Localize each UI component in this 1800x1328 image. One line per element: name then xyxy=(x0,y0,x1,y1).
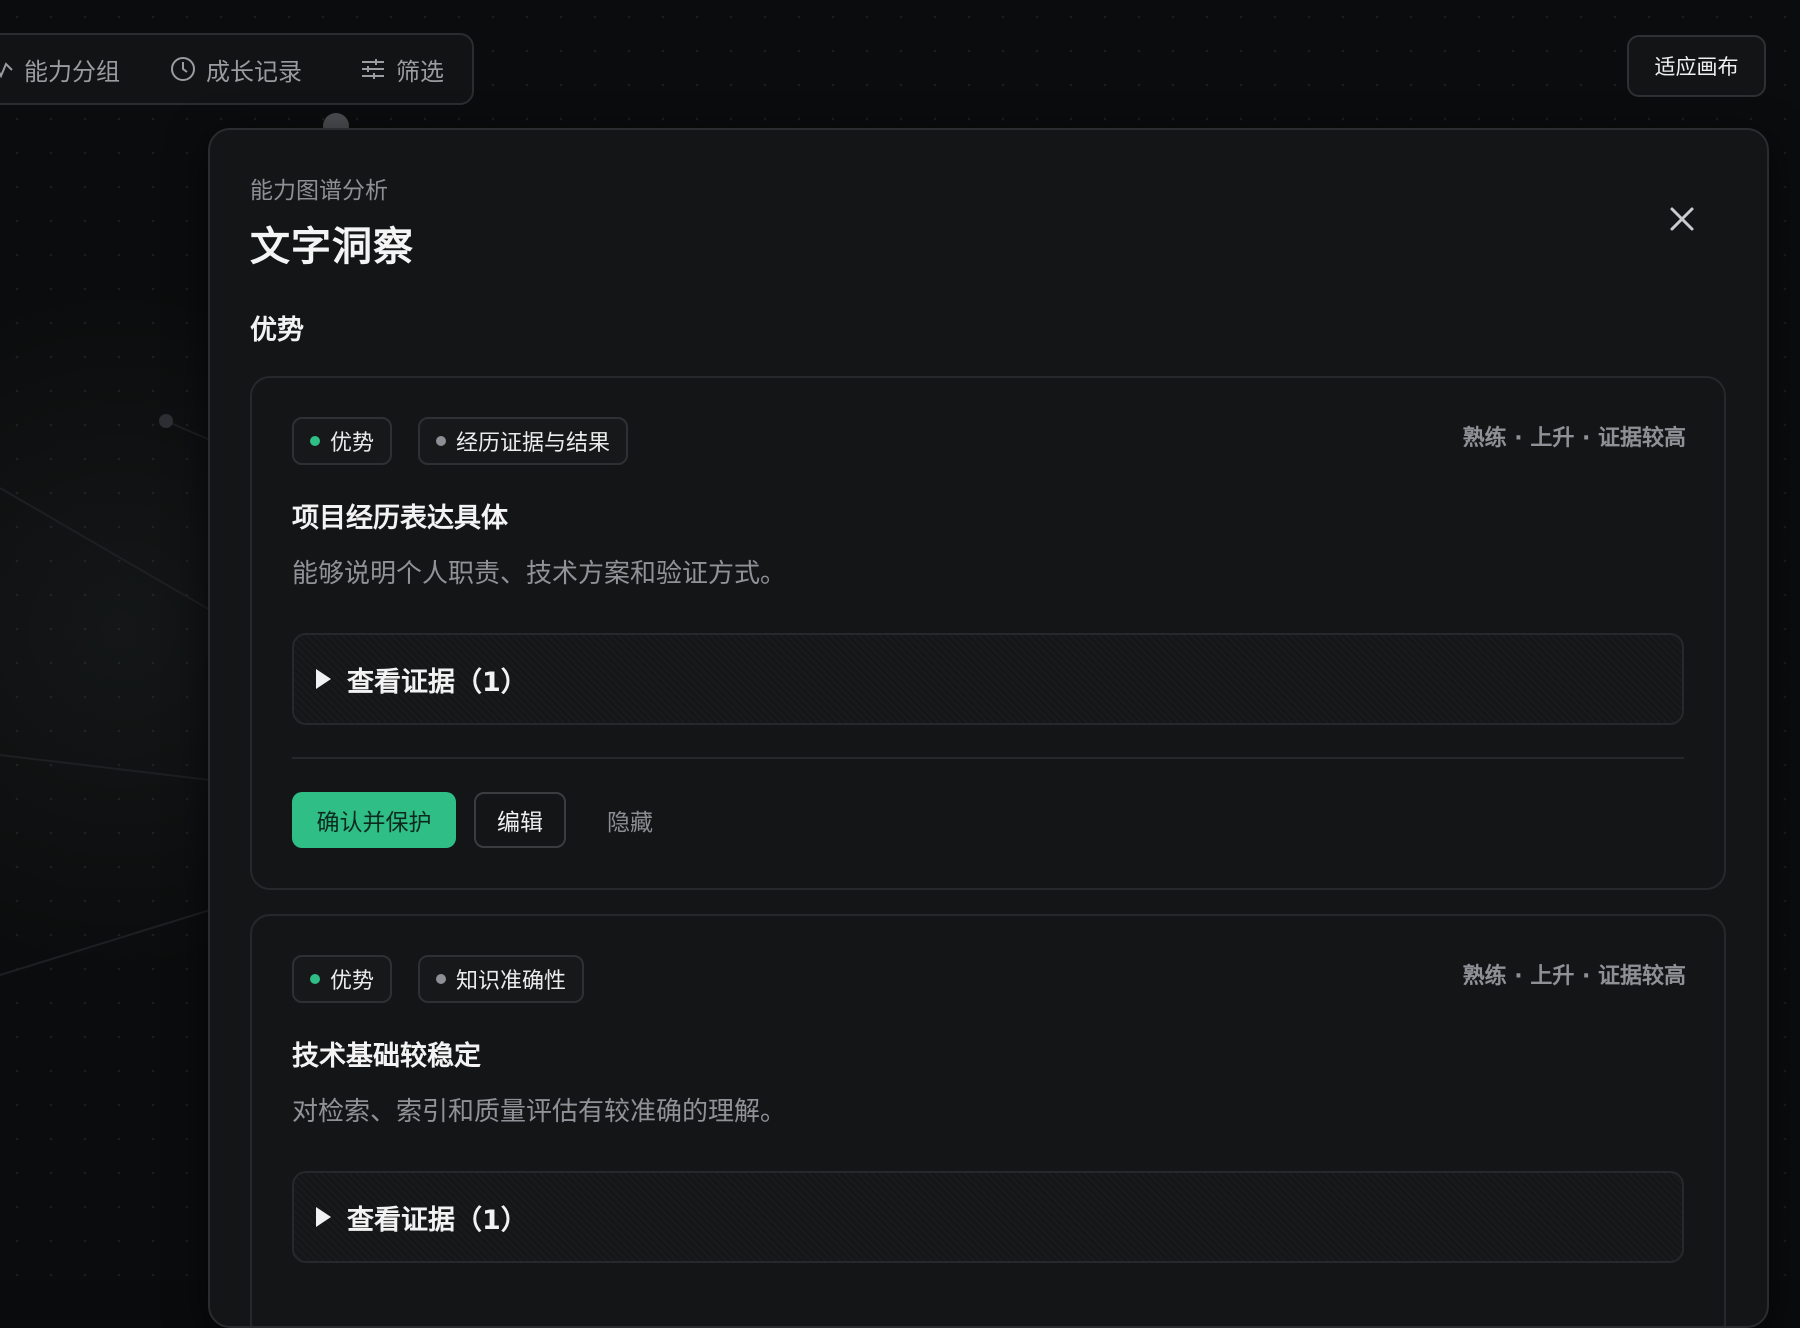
green-dot-icon xyxy=(310,436,320,446)
sliders-icon xyxy=(362,59,384,79)
card-meta: 熟练 · 上升 · 证据较高 xyxy=(1462,426,1686,451)
tag-strength: 优势 xyxy=(292,417,393,465)
tag-category: 经历证据与结果 xyxy=(418,417,629,465)
card-title: 技术基础较稳定 xyxy=(292,1041,481,1072)
gray-dot-icon xyxy=(436,436,446,446)
insight-card: 优势 经历证据与结果 熟练 · 上升 · 证据较高 项目经历表达具体 能够说明个… xyxy=(250,376,1726,890)
card-divider xyxy=(292,757,1684,759)
close-icon[interactable] xyxy=(1664,201,1700,237)
hide-button[interactable]: 隐藏 xyxy=(584,792,676,848)
panel-subtitle: 能力图谱分析 xyxy=(250,178,388,204)
growth-record-label: 成长记录 xyxy=(206,57,302,86)
graph-node[interactable] xyxy=(159,414,173,428)
clock-icon xyxy=(171,57,195,81)
tag-category: 知识准确性 xyxy=(418,955,585,1003)
grouping-button[interactable]: 能力分组 xyxy=(0,35,120,103)
tag-label: 优势 xyxy=(330,969,375,994)
green-dot-icon xyxy=(310,974,320,984)
gray-dot-icon xyxy=(436,974,446,984)
tag-label: 知识准确性 xyxy=(456,969,567,994)
filter-label: 筛选 xyxy=(396,57,444,86)
triangle-right-icon xyxy=(316,669,331,689)
panel-title: 文字洞察 xyxy=(250,224,414,270)
tag-strength: 优势 xyxy=(292,955,393,1003)
fit-canvas-button[interactable]: 适应画布 xyxy=(1627,35,1766,97)
evidence-label: 查看证据（1） xyxy=(347,1204,528,1236)
triangle-right-icon xyxy=(316,1207,331,1227)
card-description: 对检索、索引和质量评估有较准确的理解。 xyxy=(292,1097,787,1127)
growth-record-button[interactable]: 成长记录 xyxy=(170,35,302,103)
card-description: 能够说明个人职责、技术方案和验证方式。 xyxy=(292,559,787,589)
insight-card: 优势 知识准确性 熟练 · 上升 · 证据较高 技术基础较稳定 对检索、索引和质… xyxy=(250,914,1726,1326)
filter-button[interactable]: 筛选 xyxy=(360,35,444,103)
evidence-toggle[interactable]: 查看证据（1） xyxy=(292,1171,1684,1263)
card-title: 项目经历表达具体 xyxy=(292,503,508,534)
card-meta: 熟练 · 上升 · 证据较高 xyxy=(1462,964,1686,989)
tag-label: 经历证据与结果 xyxy=(456,431,611,456)
grouping-label: 能力分组 xyxy=(24,57,120,86)
insight-panel: 能力图谱分析 文字洞察 优势 优势 经历证据与结果 熟练 · 上升 · 证据较高… xyxy=(208,128,1769,1328)
evidence-toggle[interactable]: 查看证据（1） xyxy=(292,633,1684,725)
graph-toolbar: 能力分组 成长记录 筛选 xyxy=(0,33,474,105)
chart-icon xyxy=(0,62,13,79)
section-title-strengths: 优势 xyxy=(250,315,304,346)
tag-label: 优势 xyxy=(330,431,375,456)
edit-button[interactable]: 编辑 xyxy=(474,792,566,848)
evidence-label: 查看证据（1） xyxy=(347,666,528,698)
confirm-protect-button[interactable]: 确认并保护 xyxy=(292,792,456,848)
